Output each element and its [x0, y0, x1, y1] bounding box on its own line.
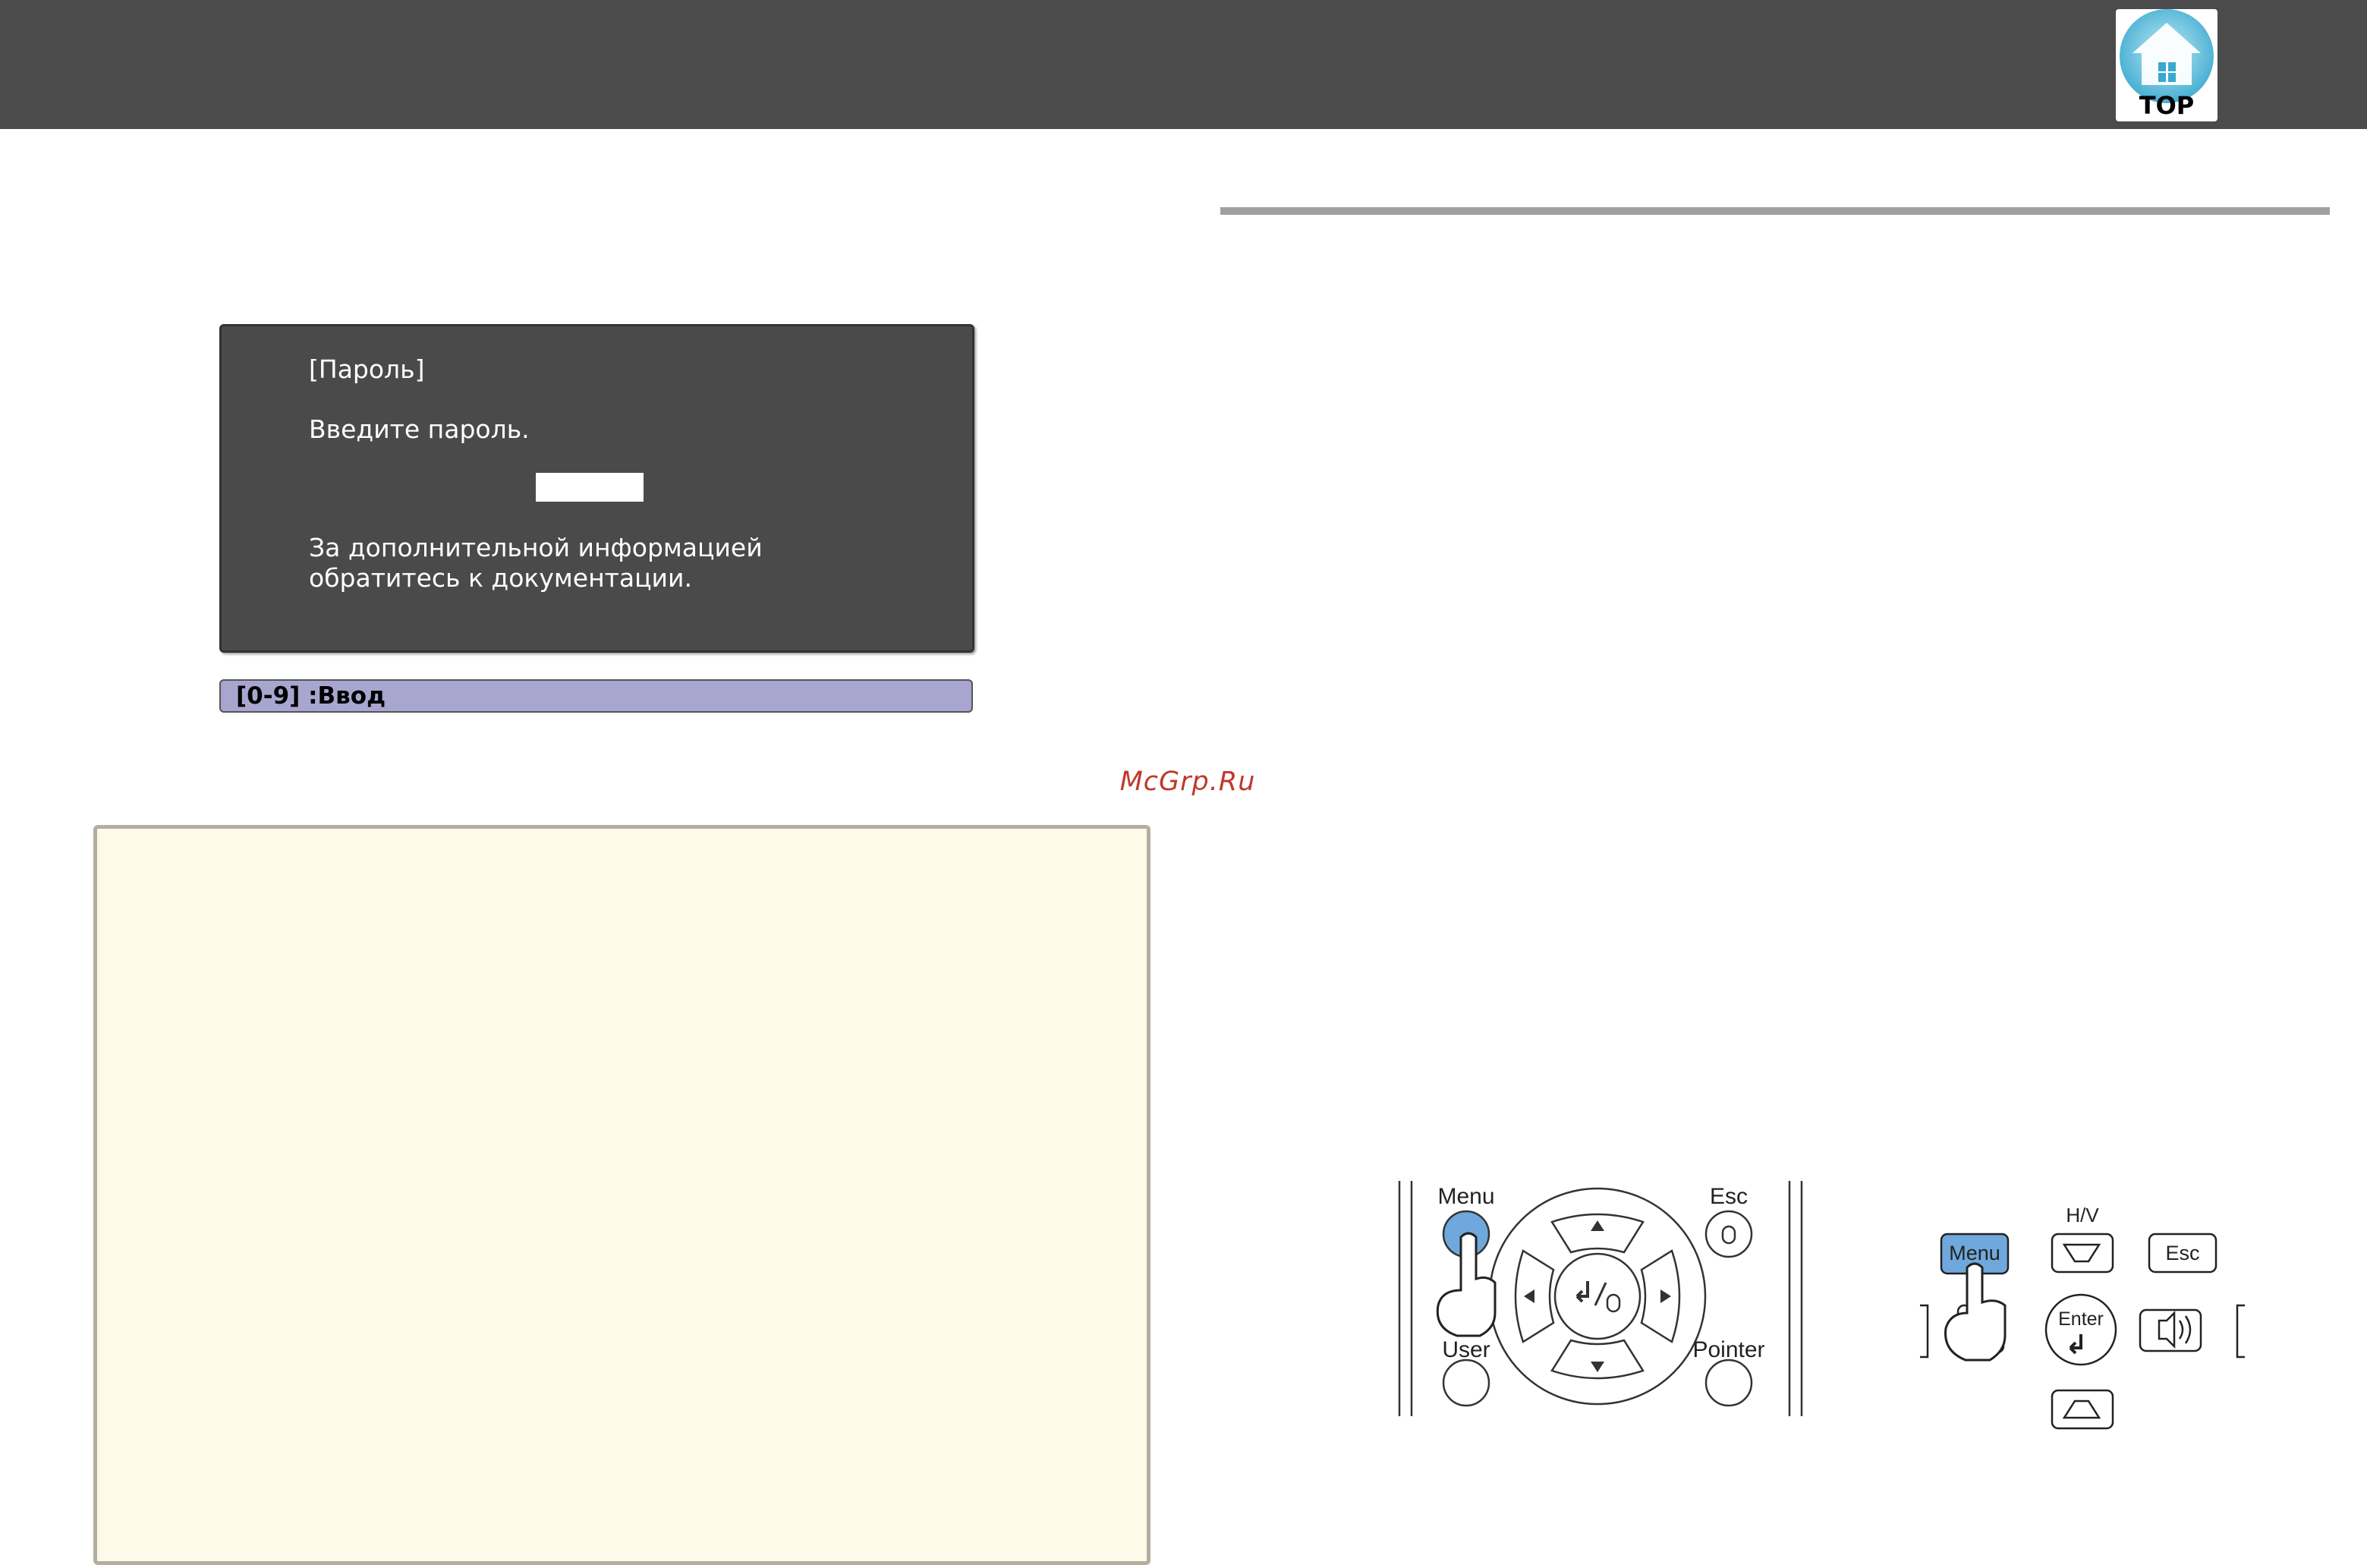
- dialog-title: [Пароль]: [309, 354, 425, 384]
- top-label: TOP: [2139, 91, 2195, 120]
- header-bar: [0, 0, 2367, 129]
- remote-esc-label: Esc: [1710, 1184, 1748, 1209]
- password-dialog: [Пароль] Введите пароль. За дополнительн…: [219, 324, 974, 653]
- dialog-info-line-1: За дополнительной информацией: [309, 533, 763, 562]
- panel-esc-label: Esc: [2165, 1242, 2199, 1264]
- key-hint-bar: [0-9] :Ввод: [219, 679, 973, 713]
- dialog-info-line-2: обратитесь к документации.: [309, 563, 692, 593]
- top-home-link[interactable]: TOP: [2116, 9, 2217, 121]
- section-rule: [1220, 207, 2330, 215]
- key-hint-text: [0-9] :Ввод: [236, 682, 386, 710]
- remote-user-label: User: [1442, 1337, 1490, 1362]
- note-box: [93, 825, 1150, 1565]
- panel-hv-label: H/V: [2066, 1204, 2099, 1226]
- panel-enter-label: Enter: [2058, 1308, 2104, 1330]
- remote-pointer-label: Pointer: [1692, 1337, 1764, 1362]
- panel-menu-label: Menu: [1949, 1242, 2000, 1264]
- password-input[interactable]: [536, 473, 644, 502]
- dialog-prompt: Введите пароль.: [309, 414, 530, 444]
- remote-menu-label: Menu: [1437, 1184, 1494, 1209]
- control-panel-illustration: Menu H/V Esc Enter: [1920, 1204, 2245, 1430]
- remote-control-illustration: Menu Esc User Pointer: [1398, 1181, 1803, 1416]
- watermark: McGrp.Ru: [1119, 767, 1256, 797]
